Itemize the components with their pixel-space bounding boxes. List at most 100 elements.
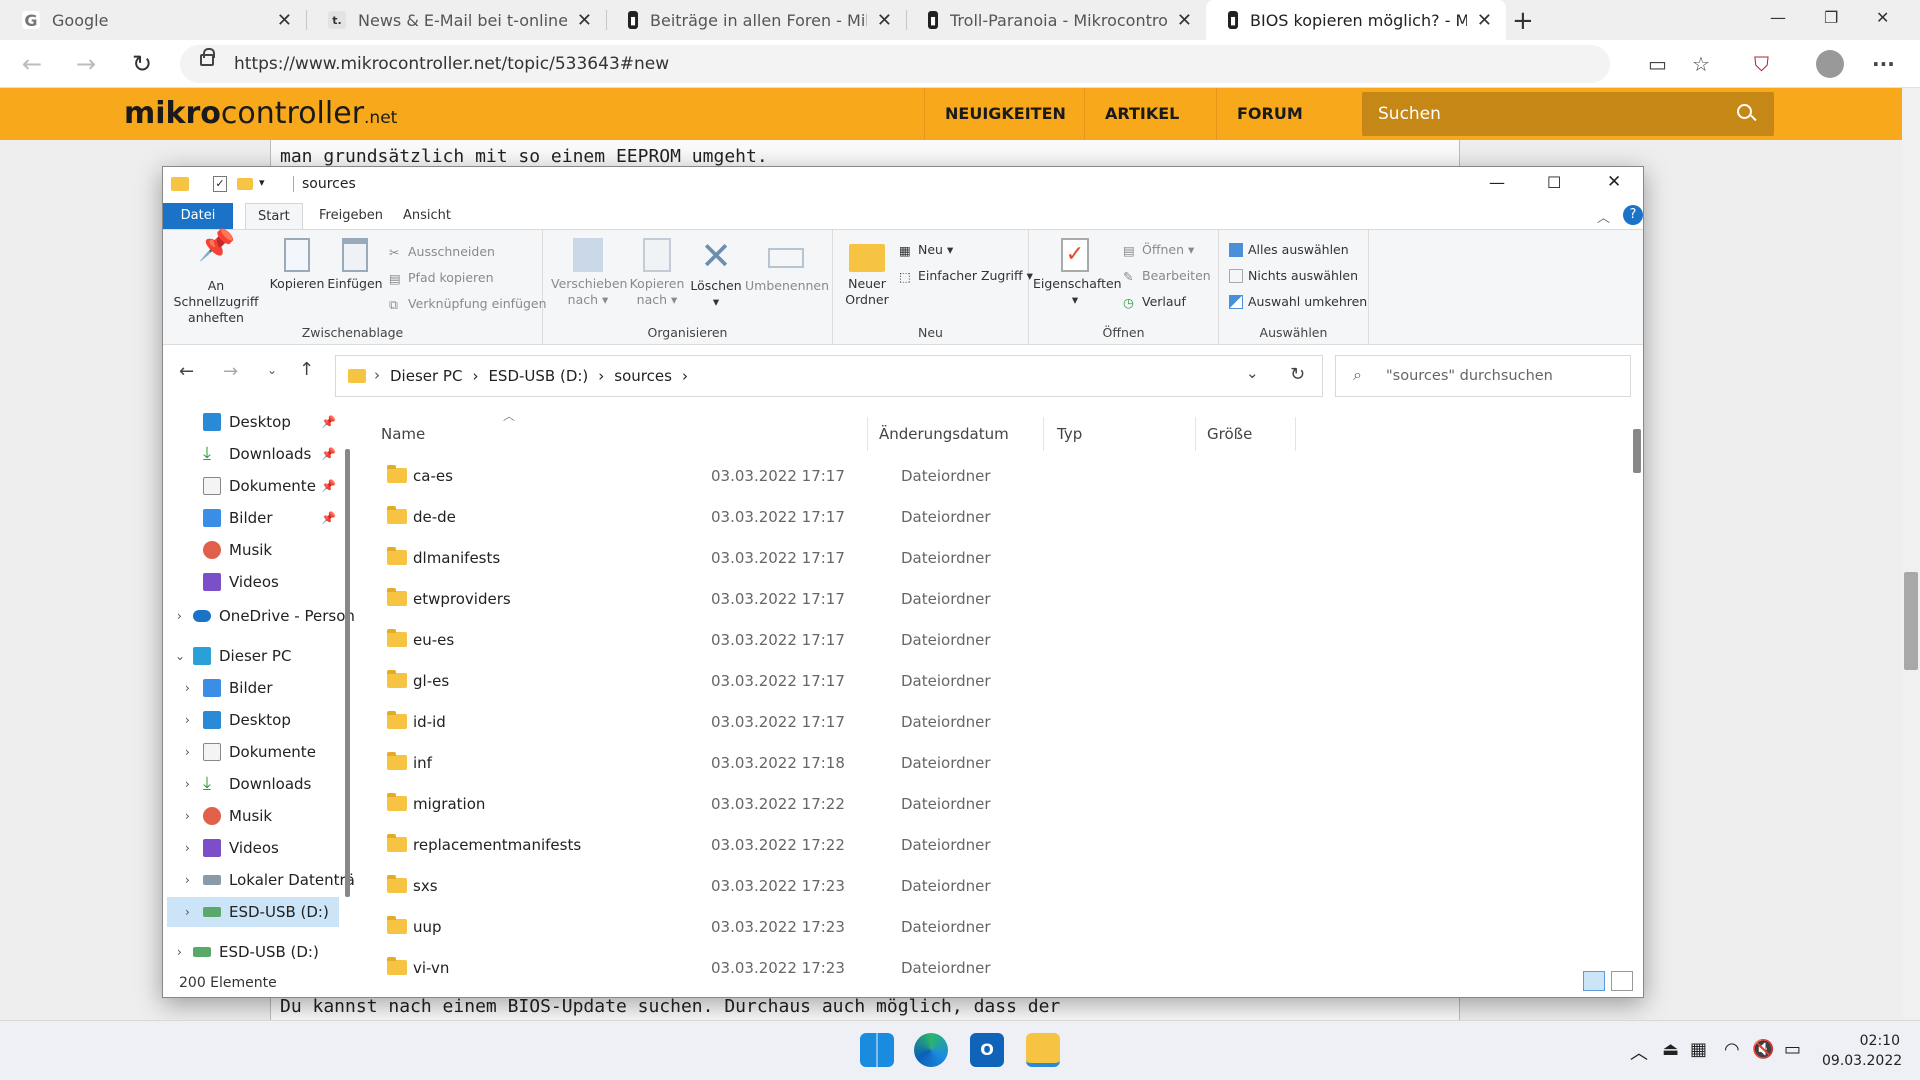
table-row[interactable]: etwproviders 03.03.2022 17:17 Dateiordner (353, 580, 1573, 621)
sidebar-scrollbar[interactable] (345, 449, 350, 897)
table-row[interactable]: eu-es 03.03.2022 17:17 Dateiordner (353, 621, 1573, 662)
outlook-icon[interactable]: O (970, 1033, 1004, 1067)
expand-chevron-icon[interactable]: › (185, 905, 190, 919)
close-tab-icon[interactable]: ✕ (877, 10, 892, 31)
table-row[interactable]: inf 03.03.2022 17:18 Dateiordner (353, 744, 1573, 785)
table-row[interactable]: replacementmanifests 03.03.2022 17:22 Date… (353, 826, 1573, 867)
new-folder-button[interactable]: Neuer Ordner (837, 238, 897, 308)
usb-eject-icon[interactable]: ⏏ (1662, 1039, 1679, 1060)
sidebar-item-downloads[interactable]: ⤓ Downloads (203, 769, 311, 799)
expand-chevron-icon[interactable]: › (185, 841, 190, 855)
history-button[interactable]: ◷ Verlauf (1123, 294, 1186, 310)
breadcrumb[interactable]: › Dieser PC › ESD-USB (D:) › sources › ⌄… (335, 355, 1323, 397)
windows-start-icon[interactable] (860, 1033, 894, 1067)
column-date[interactable]: Änderungsdatum (871, 417, 1049, 451)
breadcrumb-sources[interactable]: sources (614, 367, 672, 385)
show-hidden-icons-icon[interactable]: ︿ (1630, 1039, 1648, 1065)
move-to-button[interactable]: Verschieben nach ▾ (551, 238, 627, 308)
wifi-icon[interactable]: ◠ (1724, 1039, 1740, 1060)
close-tab-icon[interactable]: ✕ (1477, 10, 1492, 31)
close-window-icon[interactable]: ✕ (1876, 8, 1889, 27)
details-view-icon[interactable] (1583, 971, 1605, 991)
new-tab-button[interactable]: + (1512, 6, 1534, 36)
extension-shield-icon[interactable]: ⛉ (1754, 52, 1769, 76)
sidebar-item-esd-usb-root[interactable]: ESD-USB (D:) (193, 937, 319, 967)
battery-icon[interactable]: ▭ (1784, 1039, 1801, 1060)
sidebar-item-desktop[interactable]: Desktop (203, 705, 291, 735)
forward-icon[interactable]: → (223, 361, 238, 382)
customize-quick-access-icon[interactable]: ▾ (259, 176, 265, 189)
tab-ansicht[interactable]: Ansicht (391, 203, 463, 229)
file-list-scrollbar[interactable] (1633, 429, 1641, 473)
collapse-chevron-icon[interactable]: ⌄ (175, 649, 185, 663)
select-all-button[interactable]: Alles auswählen (1229, 242, 1349, 257)
expand-chevron-icon[interactable]: › (177, 945, 182, 959)
maximize-icon[interactable]: ☐ (1547, 173, 1561, 192)
column-size[interactable]: Größe (1199, 417, 1289, 451)
sidebar-item-bilder[interactable]: Bilder (203, 673, 273, 703)
immersive-reader-icon[interactable]: ▭ (1648, 52, 1667, 76)
expand-chevron-icon[interactable]: › (185, 713, 190, 727)
minimize-icon[interactable]: — (1770, 8, 1786, 27)
tab-start[interactable]: Start (245, 203, 303, 229)
table-row[interactable]: uup 03.03.2022 17:23 Dateiordner (353, 908, 1573, 949)
tab-datei[interactable]: Datei (163, 203, 233, 229)
sidebar-item-downloads-quick[interactable]: ⤓ Downloads (203, 439, 311, 469)
sidebar-item-dokumente-quick[interactable]: Dokumente (203, 471, 316, 501)
table-row[interactable]: migration 03.03.2022 17:22 Dateiordner (353, 785, 1573, 826)
sidebar-item-dokumente[interactable]: Dokumente (203, 737, 316, 767)
sidebar-item-videos-quick[interactable]: Videos (203, 567, 279, 597)
browser-tab-troll-paranoia[interactable]: ▮ Troll-Paranoia - Mikrocontroller.n ✕ (906, 0, 1206, 40)
sidebar-item-esd-usb[interactable]: ESD-USB (D:) (203, 897, 329, 927)
explorer-search-input[interactable]: "sources" durchsuchen (1335, 355, 1631, 397)
select-none-button[interactable]: Nichts auswählen (1229, 268, 1358, 283)
properties-check-icon[interactable]: ✓ (213, 176, 227, 192)
browser-scrollbar-thumb[interactable] (1904, 572, 1918, 670)
settings-more-icon[interactable]: ··· (1872, 52, 1895, 76)
nav-neuigkeiten[interactable]: NEUIGKEITEN (924, 88, 1084, 140)
help-icon[interactable]: ? (1623, 205, 1643, 225)
collapse-ribbon-icon[interactable]: ︿ (1597, 207, 1610, 226)
table-row[interactable]: ca-es 03.03.2022 17:17 Dateiordner (353, 457, 1573, 498)
site-search-input[interactable]: Suchen (1362, 92, 1774, 136)
sidebar-item-bilder-quick[interactable]: Bilder (203, 503, 273, 533)
cut-button[interactable]: ✂ Ausschneiden (389, 244, 495, 260)
pin-quick-access-button[interactable]: 📌 An Schnellzugriff anheften (169, 231, 263, 326)
breadcrumb-dieser-pc[interactable]: Dieser PC (390, 367, 462, 385)
sidebar-item-desktop-quick[interactable]: Desktop (203, 407, 291, 437)
reload-icon[interactable]: ↻ (132, 50, 152, 78)
table-row[interactable]: id-id 03.03.2022 17:17 Dateiordner (353, 703, 1573, 744)
file-explorer-icon[interactable] (1026, 1033, 1060, 1067)
expand-chevron-icon[interactable]: › (185, 681, 190, 695)
site-logo[interactable]: mikrocontroller.net (124, 96, 397, 131)
delete-button[interactable]: ✕ Löschen ▾ (689, 237, 743, 310)
browser-tab-t-online[interactable]: t. News & E-Mail bei t-online.de | N ✕ (306, 0, 606, 40)
close-tab-icon[interactable]: ✕ (577, 10, 592, 31)
up-icon[interactable]: ↑ (299, 359, 314, 380)
rename-button[interactable]: Umbenennen (745, 238, 829, 294)
new-folder-quick-icon[interactable] (237, 178, 253, 190)
search-icon[interactable] (1737, 104, 1752, 119)
nav-artikel[interactable]: ARTIKEL ⌄ (1084, 88, 1216, 175)
profile-avatar[interactable] (1816, 50, 1844, 78)
table-row[interactable]: vi-vn 03.03.2022 17:23 Dateiordner (353, 949, 1573, 990)
table-row[interactable]: dlmanifests 03.03.2022 17:17 Dateiordner (353, 539, 1573, 580)
restore-icon[interactable]: ❐ (1824, 8, 1838, 27)
back-icon[interactable]: ← (22, 50, 42, 78)
paste-link-button[interactable]: ⧉ Verknüpfung einfügen (389, 296, 547, 312)
browser-tab-beitraege[interactable]: ▮ Beiträge in allen Foren - Mikroco ✕ (606, 0, 906, 40)
volume-muted-icon[interactable]: 🔇 (1752, 1039, 1774, 1060)
copy-button[interactable]: Kopieren (269, 238, 325, 292)
nav-forum[interactable]: FORUM ⌄ (1216, 88, 1340, 175)
favorites-star-icon[interactable]: ☆ (1692, 52, 1710, 76)
recent-locations-icon[interactable]: ⌄ (267, 363, 277, 377)
edge-icon[interactable] (914, 1033, 948, 1067)
table-row[interactable]: de-de 03.03.2022 17:17 Dateiordner (353, 498, 1573, 539)
sidebar-item-musik-quick[interactable]: Musik (203, 535, 272, 565)
open-button[interactable]: ▤ Öffnen ▾ (1123, 242, 1194, 258)
url-input[interactable]: https://www.mikrocontroller.net/topic/53… (180, 45, 1610, 83)
column-name[interactable]: Name (373, 417, 631, 451)
sidebar-item-onedrive[interactable]: OneDrive - Person (193, 601, 355, 631)
minimize-icon[interactable]: — (1489, 173, 1505, 192)
large-icons-view-icon[interactable] (1611, 971, 1633, 991)
